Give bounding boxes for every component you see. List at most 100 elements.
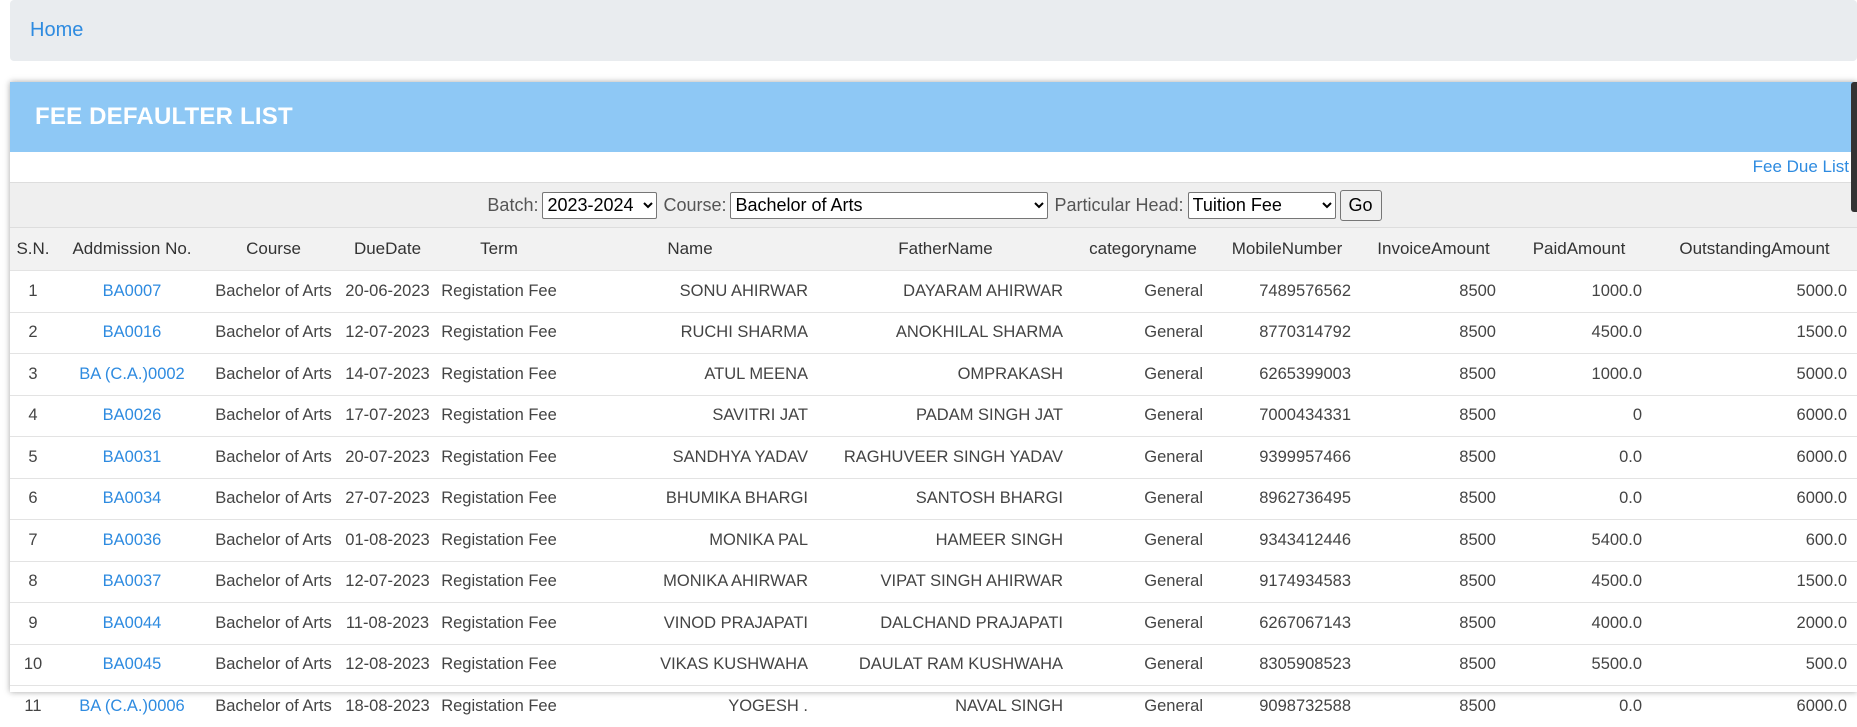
cell-name: SANDHYA YADAV (562, 436, 818, 478)
particular-head-select[interactable]: Tuition Fee (1187, 191, 1336, 219)
cell-father-name: SANTOSH BHARGI (818, 477, 1073, 520)
fee-defaulter-panel: FEE DEFAULTER LIST Fee Due List Batch: 2… (10, 82, 1857, 727)
cell-outstanding-amount: 6000.0 (1652, 477, 1857, 520)
scrollbar-thumb[interactable] (1851, 82, 1857, 212)
cell-outstanding-amount: 1500.0 (1652, 311, 1857, 354)
table-row: 6 BA0034 Bachelor of Arts 27-07-2023 Regista… (10, 477, 1857, 520)
cell-outstanding-amount: 5000.0 (1652, 353, 1857, 395)
admission-no-link[interactable]: BA0044 (103, 614, 162, 632)
cell-invoice-amount: 8500 (1361, 560, 1506, 603)
cell-father-name: DAYARAM AHIRWAR (818, 270, 1073, 312)
cell-course: Bachelor of Arts (208, 643, 339, 686)
cell-name: SAVITRI JAT (562, 394, 818, 437)
cell-due-date: 11-08-2023 (339, 602, 436, 644)
admission-no-link[interactable]: BA0031 (103, 448, 162, 466)
cell-name: BHUMIKA BHARGI (562, 477, 818, 520)
cell-outstanding-amount: 2000.0 (1652, 602, 1857, 644)
cell-sn: 5 (10, 436, 56, 478)
cell-sn: 8 (10, 560, 56, 603)
cell-name: VINOD PRAJAPATI (562, 602, 818, 644)
cell-category: General (1073, 560, 1213, 603)
cell-outstanding-amount: 500.0 (1652, 643, 1857, 686)
admission-no-link[interactable]: BA (C.A.)0002 (79, 365, 184, 383)
cell-term: Registation Fee (436, 519, 562, 561)
page-title: FEE DEFAULTER LIST (35, 103, 293, 130)
cell-father-name: OMPRAKASH (818, 353, 1073, 395)
table-body: 1 BA0007 Bachelor of Arts 20-06-2023 Regista… (10, 270, 1857, 727)
cell-name: VIKAS KUSHWAHA (562, 643, 818, 686)
cell-term: Registation Fee (436, 311, 562, 354)
cell-course: Bachelor of Arts (208, 311, 339, 354)
column-header-invoice-amount: InvoiceAmount (1361, 227, 1506, 271)
table-row: 1 BA0007 Bachelor of Arts 20-06-2023 Regista… (10, 270, 1857, 312)
fee-due-list-link[interactable]: Fee Due List (1753, 157, 1849, 177)
table-row: 10 BA0045 Bachelor of Arts 12-08-2023 Regist… (10, 643, 1857, 686)
breadcrumb-home-link[interactable]: Home (30, 19, 83, 42)
admission-no-link[interactable]: BA0036 (103, 531, 162, 549)
cell-name: ATUL MEENA (562, 353, 818, 395)
cell-admission-no: BA0031 (56, 436, 208, 478)
batch-label: Batch: (487, 194, 539, 215)
cell-mobile: 6267067143 (1213, 602, 1361, 644)
cell-invoice-amount: 8500 (1361, 311, 1506, 354)
defaulter-table: S.N. Addmission No. Course DueDate Term Name F… (10, 227, 1857, 727)
cell-father-name: HAMEER SINGH (818, 519, 1073, 561)
cell-due-date: 20-06-2023 (339, 270, 436, 312)
cell-mobile: 9399957466 (1213, 436, 1361, 478)
admission-no-link[interactable]: BA0037 (103, 572, 162, 590)
panel-header: FEE DEFAULTER LIST (10, 82, 1857, 152)
cell-father-name: ANOKHILAL SHARMA (818, 311, 1073, 354)
cell-father-name: DAULAT RAM KUSHWAHA (818, 643, 1073, 686)
cell-due-date: 27-07-2023 (339, 477, 436, 520)
cell-admission-no: BA0007 (56, 270, 208, 312)
cell-course: Bachelor of Arts (208, 353, 339, 395)
cell-category: General (1073, 643, 1213, 686)
cell-category: General (1073, 353, 1213, 395)
cell-sn: 6 (10, 477, 56, 520)
cell-mobile: 9174934583 (1213, 560, 1361, 603)
cell-term: Registation Fee (436, 436, 562, 478)
go-button[interactable]: Go (1339, 189, 1382, 221)
column-header-course: Course (208, 227, 339, 271)
cell-paid-amount: 1000.0 (1506, 353, 1652, 395)
cell-category: General (1073, 270, 1213, 312)
column-header-admission-no: Addmission No. (56, 227, 208, 271)
cell-invoice-amount: 8500 (1361, 270, 1506, 312)
cell-paid-amount: 4500.0 (1506, 311, 1652, 354)
admission-no-link[interactable]: BA0034 (103, 489, 162, 507)
cell-category: General (1073, 436, 1213, 478)
cell-category: General (1073, 394, 1213, 437)
column-header-paid-amount: PaidAmount (1506, 227, 1652, 271)
cell-due-date: 12-08-2023 (339, 643, 436, 686)
admission-no-link[interactable]: BA0016 (103, 323, 162, 341)
table-row: 4 BA0026 Bachelor of Arts 17-07-2023 Regista… (10, 394, 1857, 437)
cell-admission-no: BA (C.A.)0002 (56, 353, 208, 395)
column-header-term: Term (436, 227, 562, 271)
column-header-outstanding-amount: OutstandingAmount (1652, 227, 1857, 271)
admission-no-link[interactable]: BA0007 (103, 282, 162, 300)
cell-term: Registation Fee (436, 477, 562, 520)
cell-category: General (1073, 477, 1213, 520)
cell-course: Bachelor of Arts (208, 477, 339, 520)
cell-outstanding-amount: 6000.0 (1652, 394, 1857, 437)
cell-paid-amount: 4000.0 (1506, 602, 1652, 644)
cell-course: Bachelor of Arts (208, 436, 339, 478)
cell-term: Registation Fee (436, 560, 562, 603)
cell-term: Registation Fee (436, 394, 562, 437)
column-header-category: categoryname (1073, 227, 1213, 271)
column-header-father-name: FatherName (818, 227, 1073, 271)
admission-no-link[interactable]: BA0045 (103, 655, 162, 673)
column-header-due-date: DueDate (339, 227, 436, 271)
admission-no-link[interactable]: BA (C.A.)0006 (79, 697, 184, 715)
cell-sn: 4 (10, 394, 56, 437)
cell-mobile: 8305908523 (1213, 643, 1361, 686)
cell-paid-amount: 5500.0 (1506, 643, 1652, 686)
cell-course: Bachelor of Arts (208, 519, 339, 561)
cell-name: MONIKA PAL (562, 519, 818, 561)
cell-name: RUCHI SHARMA (562, 311, 818, 354)
admission-no-link[interactable]: BA0026 (103, 406, 162, 424)
cell-sn: 3 (10, 353, 56, 395)
table-row: 9 BA0044 Bachelor of Arts 11-08-2023 Regista… (10, 602, 1857, 644)
batch-select[interactable]: 2023-2024 (542, 191, 658, 219)
course-select[interactable]: Bachelor of Arts (730, 191, 1049, 219)
